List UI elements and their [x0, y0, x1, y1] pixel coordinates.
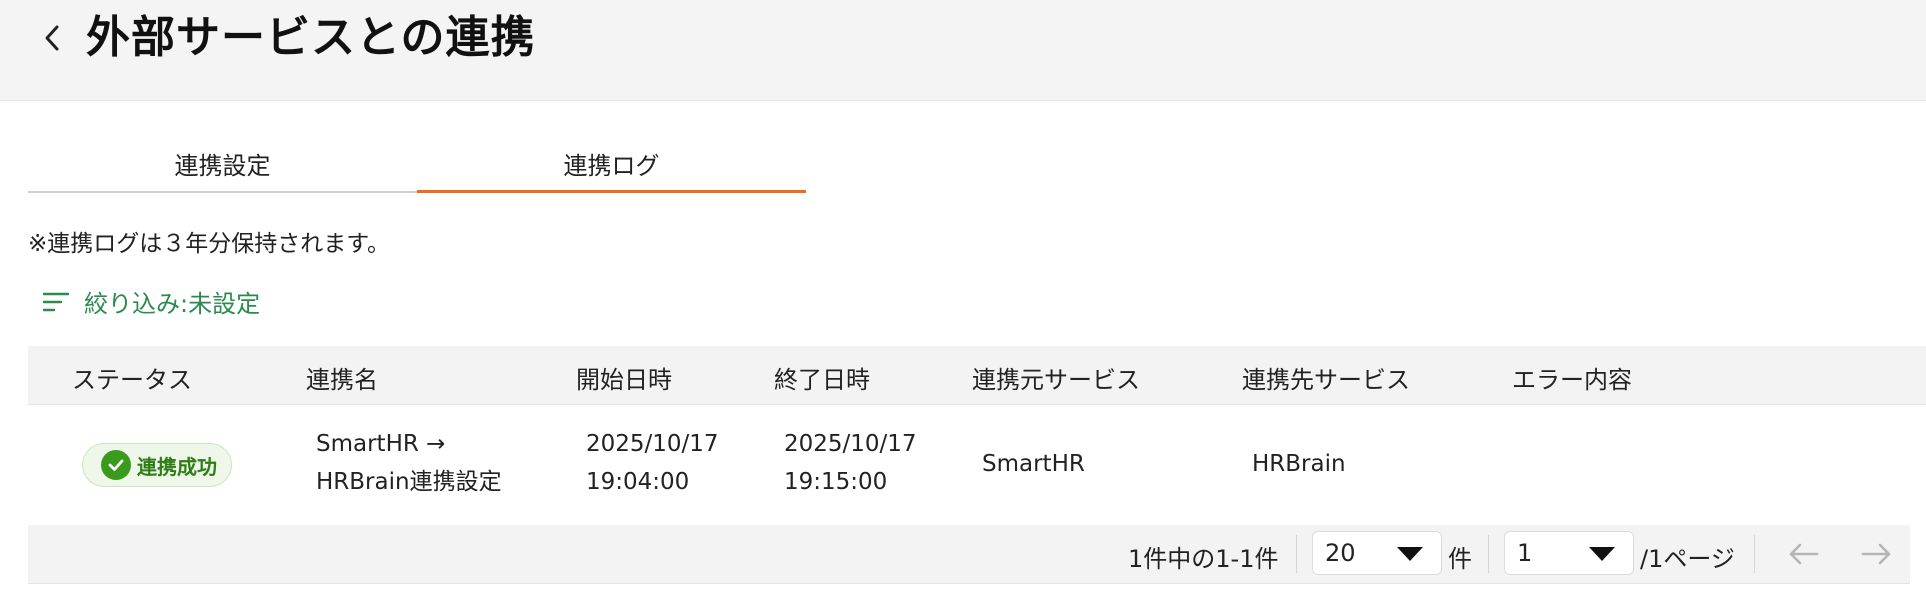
column-header-status: ステータス: [72, 366, 192, 394]
check-circle-icon: [101, 450, 131, 480]
end-date: 2025/10/17: [784, 431, 917, 457]
divider: [1754, 535, 1755, 573]
cell-name: SmartHR → HRBrain連携設定: [316, 425, 502, 501]
page-size-unit: 件: [1448, 545, 1472, 573]
prev-page-button[interactable]: [1784, 537, 1824, 571]
filter-lines-icon: [42, 292, 70, 311]
end-time: 19:15:00: [784, 469, 888, 495]
table-header: ステータス 連携名 開始日時 終了日時 連携元サービス 連携先サービス エラー内…: [28, 346, 1926, 405]
status-badge: 連携成功: [82, 443, 232, 487]
pagination-summary: 1件中の1-1件: [1128, 545, 1279, 573]
column-header-source: 連携元サービス: [972, 366, 1140, 394]
page-size-value: 20: [1325, 539, 1356, 567]
name-line-1: SmartHR →: [316, 431, 446, 457]
caret-down-icon: [1397, 547, 1423, 561]
table-row[interactable]: 連携成功 SmartHR → HRBrain連携設定 2025/10/17 19…: [28, 405, 1926, 524]
column-header-error: エラー内容: [1512, 366, 1632, 394]
tab-settings[interactable]: 連携設定: [28, 136, 417, 193]
arrow-left-icon: [1789, 543, 1819, 565]
column-header-end: 終了日時: [774, 366, 870, 394]
pagination-bar: 1件中の1-1件 20 件 1 /1ページ: [28, 525, 1910, 584]
name-line-2: HRBrain連携設定: [316, 469, 502, 495]
divider: [1296, 535, 1297, 573]
caret-down-icon: [1589, 547, 1615, 561]
page-total: /1ページ: [1640, 545, 1735, 573]
current-page-value: 1: [1517, 539, 1533, 567]
page-select[interactable]: 1: [1504, 531, 1634, 575]
start-date: 2025/10/17: [586, 431, 719, 457]
filter-button[interactable]: 絞り込み:未設定: [42, 284, 260, 319]
tab-log[interactable]: 連携ログ: [417, 136, 806, 193]
start-time: 19:04:00: [586, 469, 690, 495]
next-page-button[interactable]: [1856, 537, 1896, 571]
cell-source: SmartHR: [982, 451, 1085, 477]
cell-end: 2025/10/17 19:15:00: [784, 425, 917, 501]
chevron-left-icon: [45, 25, 59, 51]
filter-label: 絞り込み:未設定: [84, 290, 261, 318]
cell-start: 2025/10/17 19:04:00: [586, 425, 719, 501]
arrow-right-icon: [1861, 543, 1891, 565]
divider: [1488, 535, 1489, 573]
page-size-select[interactable]: 20: [1312, 531, 1442, 575]
page-title: 外部サービスとの連携: [86, 12, 536, 63]
cell-target: HRBrain: [1252, 451, 1346, 477]
column-header-start: 開始日時: [576, 366, 672, 394]
back-button[interactable]: [34, 18, 70, 58]
column-header-name: 連携名: [306, 366, 378, 394]
page-header: 外部サービスとの連携: [0, 0, 1926, 101]
tab-bar: 連携設定 連携ログ: [28, 136, 806, 193]
status-label: 連携成功: [137, 454, 217, 479]
retention-note: ※連携ログは３年分保持されます。: [28, 231, 390, 257]
column-header-target: 連携先サービス: [1242, 366, 1410, 394]
